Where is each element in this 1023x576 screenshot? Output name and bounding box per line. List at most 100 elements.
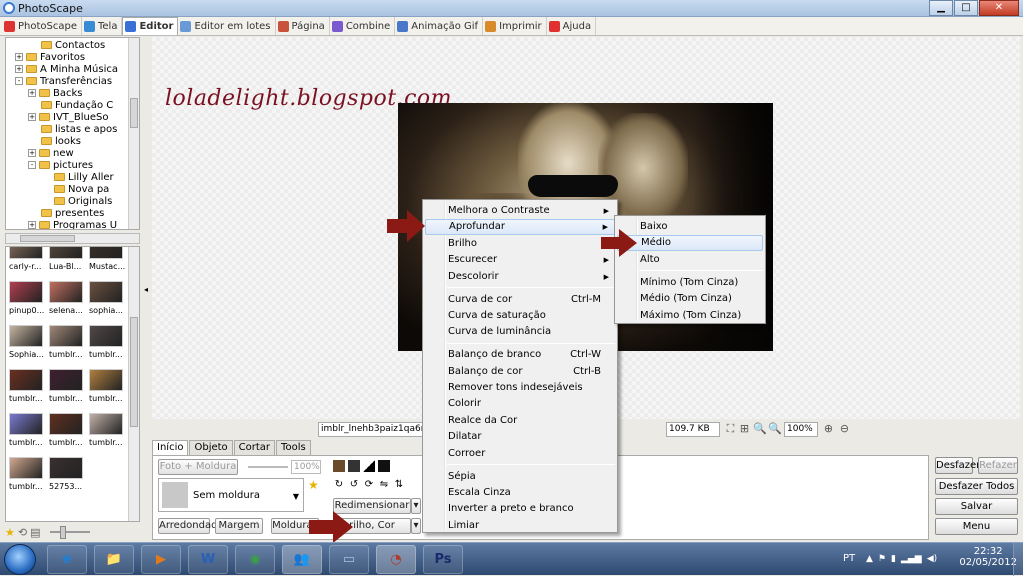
tree-item[interactable]: Nova pa [54,183,109,195]
menu-item[interactable]: Curva de luminância [425,324,615,340]
auto-contrast-icon[interactable] [348,460,360,472]
collapse-icon[interactable]: - [15,77,23,85]
thumbnail[interactable]: tumblr... [49,325,87,359]
auto-level-icon[interactable] [333,460,345,472]
taskbar-media-player-icon[interactable]: ▶ [141,545,181,574]
tree-item[interactable]: - pictures [28,159,93,171]
thumbnail[interactable]: Lua-Bl... [49,247,87,271]
tree-horizontal-scrollbar[interactable] [5,233,140,244]
folder-view-icon[interactable]: ▤ [30,526,40,539]
frame-select[interactable]: Sem moldura ▼ [158,478,304,512]
tab-editor[interactable]: Editor [122,17,179,35]
language-indicator[interactable]: PT [843,553,855,564]
filter-icon[interactable] [378,460,390,472]
menu-item[interactable]: Remover tons indesejáveis [425,380,615,396]
thumbnail[interactable]: tumblr... [9,369,47,403]
tree-item[interactable]: Contactos [41,39,105,51]
thumbnail[interactable]: tumblr... [89,369,127,403]
zoom-out-icon[interactable]: ⊖ [838,423,851,436]
menu-item[interactable]: Curva de saturação [425,308,615,324]
network-icon[interactable]: ▮ [891,554,896,564]
thumbnail[interactable]: carly-r... [9,247,47,271]
tab-photoscape[interactable]: PhotoScape [2,17,82,35]
sharpen-icon[interactable] [363,460,375,472]
tree-item[interactable]: + Favoritos [15,51,85,63]
taskbar-photoshop-icon[interactable]: Ps [423,545,463,574]
star-icon[interactable]: ★ [5,526,15,539]
tab-imprimir[interactable]: Imprimir [483,17,547,35]
signal-icon[interactable]: ▂▄▆ [901,554,922,564]
tab-objeto[interactable]: Objeto [189,440,233,455]
thumbnail-scrollbar[interactable] [128,247,139,521]
show-desktop-button[interactable] [1013,543,1023,576]
taskbar-app-icon[interactable]: ◔ [376,545,416,574]
menu-button[interactable]: Menu [935,518,1018,535]
thumbnail[interactable]: sophia... [89,281,127,315]
collapse-icon[interactable]: - [28,161,36,169]
menu-item[interactable]: Escala Cinza [425,485,615,501]
tab-ajuda[interactable]: Ajuda [547,17,597,35]
thumbnail[interactable]: tumblr... [49,413,87,447]
flip-vertical-icon[interactable]: ⇅ [393,479,405,491]
zoom-window-icon[interactable]: 🔍 [768,423,782,436]
actual-size-icon[interactable]: ⊞ [738,423,751,436]
thumbnail[interactable]: Mustac... [89,247,127,271]
tree-item[interactable]: + A Minha Música [15,63,118,75]
thumbnail[interactable]: tumblr... [9,413,47,447]
tab-combine[interactable]: Combine [330,17,396,35]
rotate-icon[interactable]: ⟳ [363,479,375,491]
frame-slider[interactable] [248,466,288,468]
tree-vertical-scrollbar[interactable] [128,38,139,229]
close-button[interactable]: ✕ [979,0,1019,16]
tree-item[interactable]: + IVT_BlueSo [28,111,109,123]
expand-icon[interactable]: + [15,53,23,61]
thumbnail[interactable]: tumblr... [89,325,127,359]
tray-arrow-icon[interactable]: ▲ [866,554,873,564]
tab-tela[interactable]: Tela [82,17,123,35]
rounded-button[interactable]: Arredondado [158,518,224,534]
tab-editor-em-lotes[interactable]: Editor em lotes [178,17,276,35]
rotate-left-icon[interactable]: ↺ [348,479,360,491]
tree-item[interactable]: looks [41,135,81,147]
expand-icon[interactable]: + [15,65,23,73]
tree-item[interactable]: + Backs [28,87,83,99]
taskbar-chrome-icon[interactable]: ◉ [235,545,275,574]
tree-item[interactable]: Lilly Aller [54,171,114,183]
menu-item[interactable]: Brilho [425,236,615,252]
menu-item[interactable]: Sépia [425,469,615,485]
menu-item[interactable]: Limiar [425,518,615,534]
folder-tree[interactable]: Contactos + Favoritos + A Minha Música - Trans… [5,37,140,230]
menu-item[interactable]: Mínimo (Tom Cinza) [617,275,763,291]
thumbnail[interactable]: pinup0... [9,281,47,315]
menu-item[interactable]: Realce da Cor [425,413,615,429]
taskbar-word-icon[interactable]: W [188,545,228,574]
zoom-fit-icon[interactable]: 🔍 [753,423,767,436]
thumbnail[interactable]: 52753... [49,457,87,491]
menu-item[interactable]: Dilatar [425,429,615,445]
tree-item[interactable]: Fundação C [41,99,113,111]
expand-icon[interactable]: + [28,113,36,121]
menu-item[interactable]: Balanço de branco Ctrl-W [425,347,615,363]
tab-inicio[interactable]: Início [152,440,189,455]
tree-item[interactable]: + Programas U [28,219,117,229]
save-button[interactable]: Salvar [935,498,1018,515]
menu-item[interactable]: Corroer [425,446,615,462]
undo-button[interactable]: Desfazer [935,457,980,474]
undo-all-button[interactable]: Desfazer Todos [935,478,1018,495]
tree-item[interactable]: presentes [41,207,104,219]
favorite-star-icon[interactable]: ★ [308,478,319,492]
photo-frame-button[interactable]: Foto + Moldura [158,459,238,475]
menu-item[interactable]: Curva de cor Ctrl-M [425,292,615,308]
resize-dropdown-button[interactable]: ▾ [411,498,421,514]
tree-item[interactable]: + new [28,147,74,159]
menu-item[interactable]: Máximo (Tom Cinza) [617,308,763,324]
menu-item[interactable]: Escurecer ▶ [425,252,615,268]
zoom-in-icon[interactable]: ⊕ [822,423,835,436]
thumbnail[interactable]: Sophia... [9,325,47,359]
expand-icon[interactable]: + [28,149,36,157]
tree-item[interactable]: Originals [54,195,112,207]
menu-item[interactable]: Colorir [425,396,615,412]
menu-item[interactable]: Aprofundar ▶ [425,219,615,236]
taskbar-explorer-icon[interactable]: 📁 [94,545,134,574]
tab-tools[interactable]: Tools [276,440,311,455]
